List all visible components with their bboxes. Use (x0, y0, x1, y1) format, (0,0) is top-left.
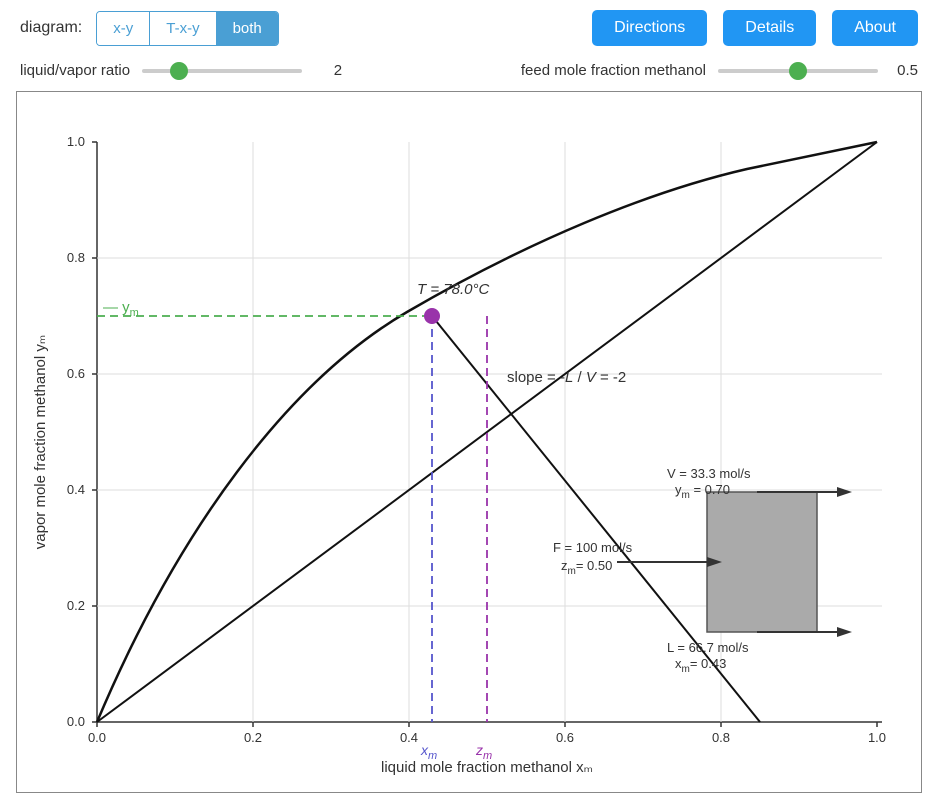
zm-box-label: zm= 0.50 (561, 558, 612, 577)
y-axis-label: vapor mole fraction methanol yₘ (32, 335, 49, 549)
feed-mole-label: feed mole fraction methanol (521, 62, 706, 79)
main-chart: vapor mole fraction methanol yₘ liquid m… (27, 102, 927, 782)
xtick-06: 0.6 (556, 730, 574, 745)
sliders-row: liquid/vapor ratio 2 feed mole fraction … (0, 56, 938, 87)
feed-mole-value: 0.5 (890, 62, 918, 79)
feed-mole-slider[interactable] (718, 69, 878, 73)
tab-txy[interactable]: T-x-y (149, 12, 215, 45)
xtick-04: 0.4 (400, 730, 418, 745)
xtick-0: 0.0 (88, 730, 106, 745)
xtick-02: 0.2 (244, 730, 262, 745)
f-label: F = 100 mol/s (553, 540, 633, 555)
diagram-label: diagram: (20, 19, 82, 37)
ytick-0: 0.0 (67, 714, 85, 729)
header: diagram: x-y T-x-y both Directions Detai… (0, 0, 938, 56)
lv-ratio-slider[interactable] (142, 69, 302, 73)
operating-point (424, 308, 440, 324)
lv-ratio-label: liquid/vapor ratio (20, 62, 130, 79)
ytick-06: 0.6 (67, 366, 85, 381)
details-button[interactable]: Details (723, 10, 816, 46)
xtick-10: 1.0 (868, 730, 886, 745)
lv-ratio-value: 2 (314, 62, 342, 79)
tab-xy[interactable]: x-y (97, 12, 149, 45)
ym-axis-label: — ym (103, 299, 139, 319)
temperature-annotation: T = 78.0°C (417, 281, 489, 298)
ytick-10: 1.0 (67, 134, 85, 149)
tab-group: x-y T-x-y both (96, 11, 279, 46)
l-arrow-head (837, 627, 852, 637)
chart-container: vapor mole fraction methanol yₘ liquid m… (16, 91, 922, 793)
drum-box (707, 492, 817, 632)
directions-button[interactable]: Directions (592, 10, 707, 46)
xtick-08: 0.8 (712, 730, 730, 745)
l-label: L = 66.7 mol/s (667, 640, 749, 655)
slope-annotation: slope = -L / V = -2 (507, 369, 626, 386)
ytick-08: 0.8 (67, 250, 85, 265)
v-arrow-head (837, 487, 852, 497)
ytick-02: 0.2 (67, 598, 85, 613)
about-button[interactable]: About (832, 10, 918, 46)
tab-both[interactable]: both (216, 12, 278, 45)
ytick-04: 0.4 (67, 482, 85, 497)
v-label: V = 33.3 mol/s (667, 466, 751, 481)
